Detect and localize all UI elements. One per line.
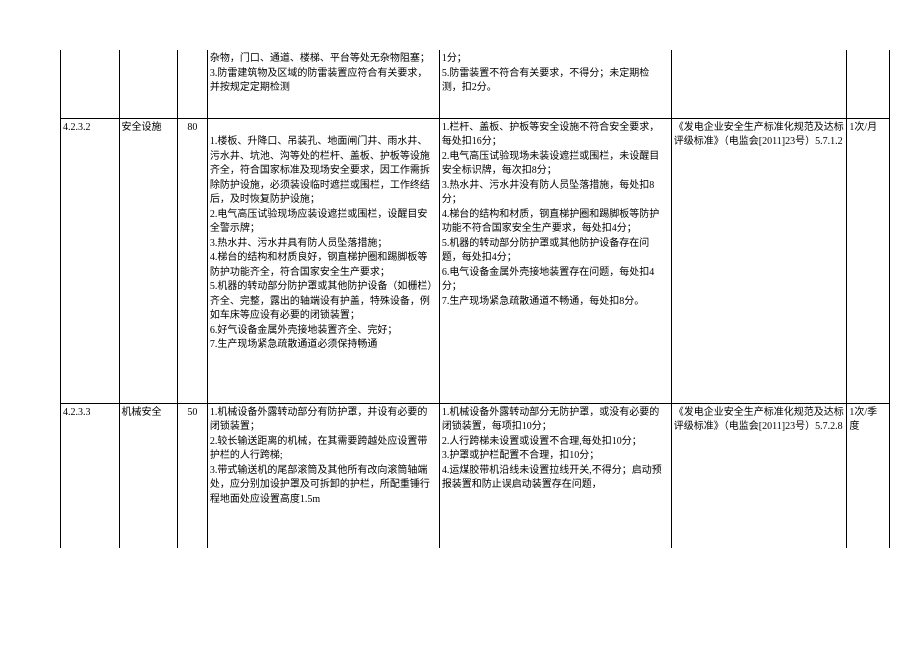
cell-index: 4.2.3.2 (61, 118, 120, 403)
cell-frequency: 1次/季度 (847, 403, 890, 548)
table-row: 4.2.3.2 安全设施 80 1.楼板、升降口、吊装孔、地面闸门井、雨水井、污… (61, 118, 890, 403)
cell-basis: 《发电企业安全生产标准化规范及达标评级标准》（电监会[2011]23号）5.7.… (671, 118, 847, 403)
cell-index (61, 50, 120, 118)
cell-basis (671, 50, 847, 118)
cell-frequency: 1次/月 (847, 118, 890, 403)
cell-score (178, 50, 208, 118)
cell-score: 50 (178, 403, 208, 548)
cell-name: 安全设施 (119, 118, 178, 403)
cell-requirements: 1.楼板、升降口、吊装孔、地面闸门井、雨水井、污水井、坑池、沟等处的栏杆、盖板、… (207, 118, 439, 403)
document-page: 杂物，门口、通道、楼梯、平台等处无杂物阻塞； 3.防雷建筑物及区域的防雷装置应符… (60, 50, 890, 548)
cell-criteria: 1.机械设备外露转动部分无防护罩，或没有必要的闭锁装置，每项扣10分； 2.人行… (439, 403, 671, 548)
cell-criteria: 1分； 5.防雷装置不符合有关要求，不得分；未定期检测，扣2分。 (439, 50, 671, 118)
cell-criteria: 1.栏杆、盖板、护板等安全设施不符合安全要求，每处扣16分； 2.电气高压试验现… (439, 118, 671, 403)
cell-basis: 《发电企业安全生产标准化规范及达标评级标准》（电监会[2011]23号）5.7.… (671, 403, 847, 548)
cell-name: 机械安全 (119, 403, 178, 548)
cell-name (119, 50, 178, 118)
table-row: 4.2.3.3 机械安全 50 1.机械设备外露转动部分有防护罩，并设有必要的闭… (61, 403, 890, 548)
cell-frequency (847, 50, 890, 118)
standards-table: 杂物，门口、通道、楼梯、平台等处无杂物阻塞； 3.防雷建筑物及区域的防雷装置应符… (60, 50, 890, 548)
cell-score: 80 (178, 118, 208, 403)
cell-requirements: 1.机械设备外露转动部分有防护罩，并设有必要的闭锁装置； 2.较长输送距离的机械… (207, 403, 439, 548)
table-row: 杂物，门口、通道、楼梯、平台等处无杂物阻塞； 3.防雷建筑物及区域的防雷装置应符… (61, 50, 890, 118)
cell-requirements: 杂物，门口、通道、楼梯、平台等处无杂物阻塞； 3.防雷建筑物及区域的防雷装置应符… (207, 50, 439, 118)
cell-index: 4.2.3.3 (61, 403, 120, 548)
